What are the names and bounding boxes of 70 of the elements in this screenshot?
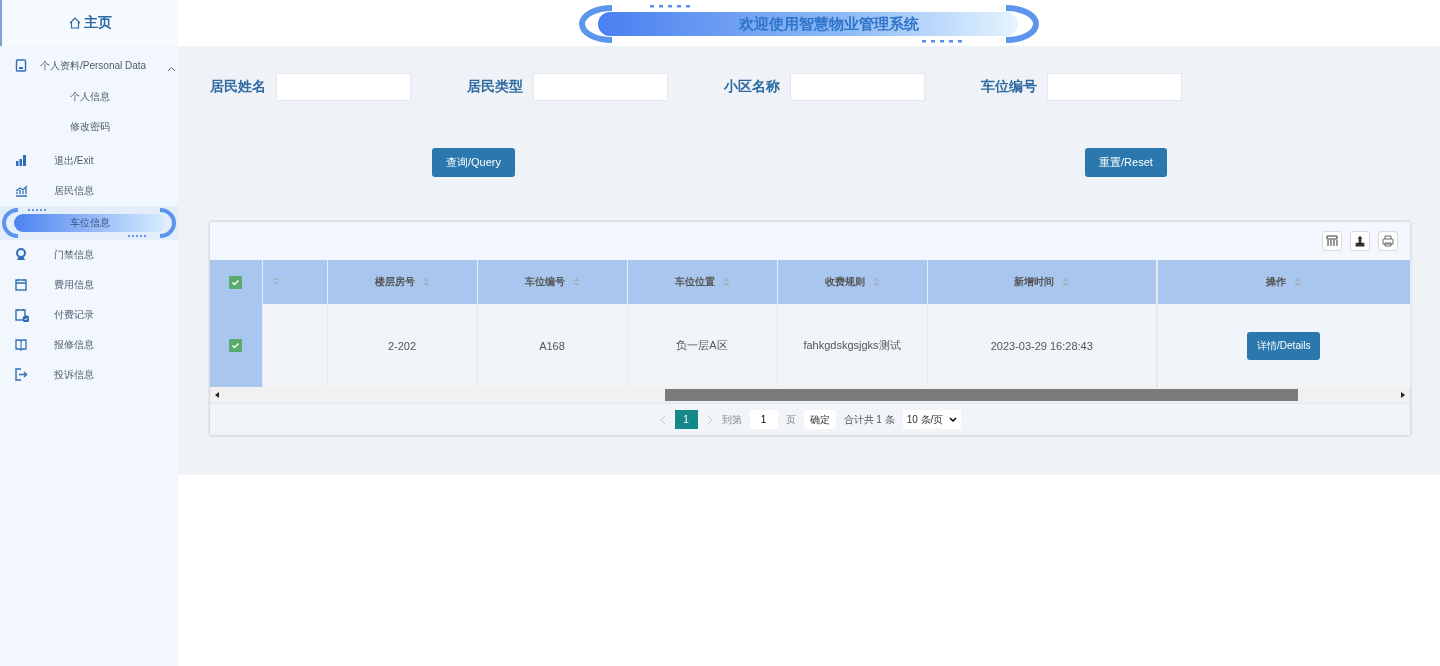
home-link[interactable]: 主页: [0, 0, 178, 46]
line-chart-icon: [15, 184, 29, 198]
column-header: 新增时间: [1014, 275, 1055, 289]
columns-icon: [1326, 235, 1338, 247]
details-button[interactable]: 详情/Details: [1247, 331, 1321, 360]
sort-icon: [1294, 277, 1302, 287]
submenu-item[interactable]: 个人信息: [0, 82, 178, 112]
field-label: 车位编号: [981, 78, 1035, 96]
field-label: 居民类型: [467, 78, 521, 96]
table-cell: 2-202: [387, 339, 417, 352]
prev-page-icon: [658, 414, 667, 425]
table-cell: 负一层A区: [676, 339, 728, 351]
export-icon: [1354, 235, 1366, 247]
book-icon: [15, 338, 29, 352]
column-header: 操作: [1266, 275, 1287, 289]
column-header: 楼层房号: [374, 275, 415, 289]
table-cell: 2023-03-29 16:28:43: [990, 339, 1093, 352]
chevron-down-icon: [949, 416, 958, 423]
sort-icon: [422, 277, 430, 287]
input-field[interactable]: [276, 73, 411, 101]
sort-icon: [572, 277, 580, 287]
column-header: 车位位置: [674, 275, 715, 289]
columns-button[interactable]: [1322, 231, 1342, 251]
page-size-select[interactable]: 10 条/页: [902, 410, 962, 429]
export-button[interactable]: [1350, 231, 1370, 251]
logout-icon: [15, 368, 29, 382]
query-button[interactable]: 查询/Query: [432, 148, 515, 177]
sidebar-item[interactable]: 门禁信息: [0, 240, 178, 270]
field-label: 小区名称: [724, 78, 778, 96]
calendar-icon: [15, 278, 29, 292]
bar-chart-icon: [15, 154, 29, 168]
calendar-check-icon: [15, 308, 29, 322]
page-title: 欢迎使用智慧物业管理系统: [739, 14, 919, 34]
field-label: 居民姓名: [210, 78, 264, 96]
reset-button[interactable]: 重置/Reset: [1085, 148, 1167, 177]
sort-icon: [872, 277, 880, 287]
sidebar-item[interactable]: 车位信息: [0, 206, 178, 240]
sidebar-item[interactable]: 报修信息: [0, 330, 178, 360]
sidebar-item[interactable]: 退出/Exit: [0, 146, 178, 176]
select-all-checkbox[interactable]: [229, 275, 243, 289]
badge-icon: [15, 248, 29, 262]
sidebar-item[interactable]: 付费记录: [0, 300, 178, 330]
page-unit: 页: [785, 412, 796, 427]
sort-icon: [1062, 277, 1070, 287]
column-header: 车位编号: [524, 275, 565, 289]
goto-label: 到第: [721, 412, 742, 427]
house-icon: [68, 17, 81, 29]
next-page-icon: [705, 414, 714, 425]
sidebar-item[interactable]: 居民信息: [0, 176, 178, 206]
table-cell: fahkgdskgsjgks测试: [803, 339, 901, 351]
print-button[interactable]: [1378, 231, 1398, 251]
sort-icon: [722, 277, 730, 287]
total-count: 合计共 1 条: [843, 412, 895, 427]
input-field[interactable]: [790, 73, 925, 101]
sidebar-group[interactable]: 个人资料/Personal Data: [0, 50, 178, 82]
confirm-button[interactable]: 确定: [803, 410, 836, 429]
scrollbar-thumb[interactable]: [665, 389, 1298, 401]
document-icon: [15, 59, 29, 73]
input-field[interactable]: [533, 73, 668, 101]
sort-icon: [272, 276, 280, 286]
row-checkbox[interactable]: [229, 339, 243, 353]
print-icon: [1382, 235, 1394, 247]
sidebar-item[interactable]: 费用信息: [0, 270, 178, 300]
column-header: 收费规则: [824, 275, 865, 289]
page-input[interactable]: 1: [749, 410, 778, 429]
input-field[interactable]: [1047, 73, 1182, 101]
submenu-item[interactable]: 修改密码: [0, 112, 178, 142]
page-button[interactable]: 1: [674, 410, 698, 429]
sidebar-item[interactable]: 投诉信息: [0, 360, 178, 390]
table-cell: A168: [539, 339, 565, 352]
